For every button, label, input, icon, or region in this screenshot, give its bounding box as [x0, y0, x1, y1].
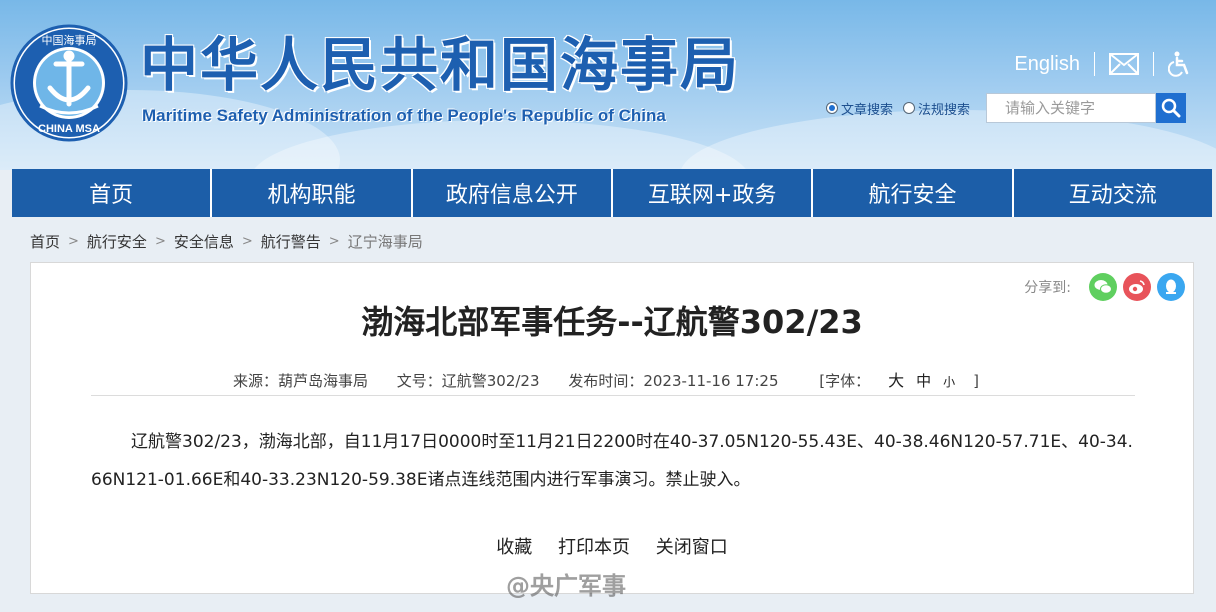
- top-links: English: [1014, 48, 1190, 80]
- nav-item-organization[interactable]: 机构职能: [212, 169, 413, 217]
- breadcrumb-separator: >: [241, 233, 253, 249]
- article-meta: 来源：葫芦岛海事局 文号：辽航警302/23 发布时间：2023-11-16 1…: [31, 367, 1193, 391]
- header-cloud: [250, 120, 750, 170]
- article-actions: 收藏 打印本页 关闭窗口: [31, 533, 1193, 559]
- close-window-link[interactable]: 关闭窗口: [656, 537, 728, 558]
- nav-item-home[interactable]: 首页: [12, 169, 213, 217]
- logo-text-top: 中国海事局: [42, 33, 97, 47]
- nav-item-interaction[interactable]: 互动交流: [1013, 169, 1212, 217]
- nav-item-gov-info[interactable]: 政府信息公开: [412, 169, 613, 217]
- wechat-icon: [1094, 280, 1112, 294]
- breadcrumb-separator: >: [68, 233, 79, 249]
- divider: [91, 395, 1135, 396]
- breadcrumb-safety-info[interactable]: 安全信息: [174, 231, 234, 252]
- accessibility-icon[interactable]: [1168, 51, 1190, 77]
- article-title: 渤海北部军事任务--辽航警302/23: [361, 303, 863, 341]
- breadcrumb-current[interactable]: 辽宁海事局: [348, 231, 423, 252]
- site-subtitle: Maritime Safety Administration of the Pe…: [142, 106, 666, 125]
- watermark: @央广军事: [506, 572, 626, 600]
- breadcrumb: 首页 > 航行安全 > 安全信息 > 航行警告 > 辽宁海事局: [30, 230, 423, 252]
- breadcrumb-nav-safety[interactable]: 航行安全: [87, 231, 147, 252]
- bookmark-link[interactable]: 收藏: [496, 537, 532, 558]
- breadcrumb-separator: >: [328, 233, 340, 249]
- search-icon: [1161, 98, 1181, 118]
- font-medium-button[interactable]: 中: [916, 372, 931, 390]
- radio-law-label: 法规搜索: [918, 102, 971, 118]
- radio-law-search[interactable]: 法规搜索: [903, 99, 970, 118]
- print-link[interactable]: 打印本页: [558, 537, 630, 558]
- radio-article-search[interactable]: 文章搜索: [826, 99, 893, 118]
- breadcrumb-home[interactable]: 首页: [30, 231, 60, 252]
- font-size-control: [字体： 大中小]: [807, 371, 991, 390]
- nav-item-internet-gov[interactable]: 互联网+政务: [612, 169, 814, 217]
- search-area: 文章搜索 法规搜索: [826, 93, 1210, 123]
- msa-logo[interactable]: 中国海事局 CHINA MSA: [10, 24, 128, 142]
- main-nav: 首页 机构职能 政府信息公开 互联网+政务 航行安全 互动交流: [12, 169, 1212, 217]
- qq-icon: [1166, 279, 1176, 294]
- mail-icon[interactable]: [1109, 53, 1139, 75]
- site-header: 中国海事局 CHINA MSA 中华人民共和国海事局 Maritime Safe…: [0, 0, 1216, 170]
- divider: [1094, 52, 1095, 76]
- divider: [1153, 52, 1154, 76]
- radio-article-label: 文章搜索: [841, 102, 894, 118]
- article-publish-time: 发布时间：2023-11-16 17:25: [568, 372, 779, 390]
- logo-text-bottom: CHINA MSA: [38, 123, 100, 135]
- weibo-icon: [1129, 280, 1145, 294]
- breadcrumb-separator: >: [154, 233, 166, 249]
- article-source: 来源：葫芦岛海事局: [232, 372, 368, 390]
- site-title: 中华人民共和国海事局: [140, 31, 741, 99]
- font-large-button[interactable]: 大: [888, 371, 904, 390]
- search-button[interactable]: [1156, 93, 1187, 123]
- font-size-close: ]: [973, 372, 980, 390]
- article-doc-number: 文号：辽航警302/23: [396, 372, 540, 390]
- font-small-button[interactable]: 小: [943, 375, 955, 389]
- search-input[interactable]: [986, 93, 1157, 123]
- article-panel: 分享到: 渤海北部军事任务--辽航警302/23 来源：葫芦岛海事局 文号：辽航…: [30, 262, 1194, 594]
- nav-item-navigation-safety[interactable]: 航行安全: [813, 169, 1014, 217]
- radio-selected-indicator[interactable]: [826, 102, 838, 114]
- share-label: 分享到:: [1024, 280, 1071, 296]
- article-body: 辽航警302/23，渤海北部，自11月17日0000时至11月21日2200时在…: [91, 432, 1133, 490]
- font-size-label: [字体：: [819, 372, 871, 390]
- breadcrumb-nav-warning[interactable]: 航行警告: [261, 231, 321, 252]
- english-link[interactable]: English: [1014, 53, 1080, 76]
- radio-indicator[interactable]: [903, 102, 916, 114]
